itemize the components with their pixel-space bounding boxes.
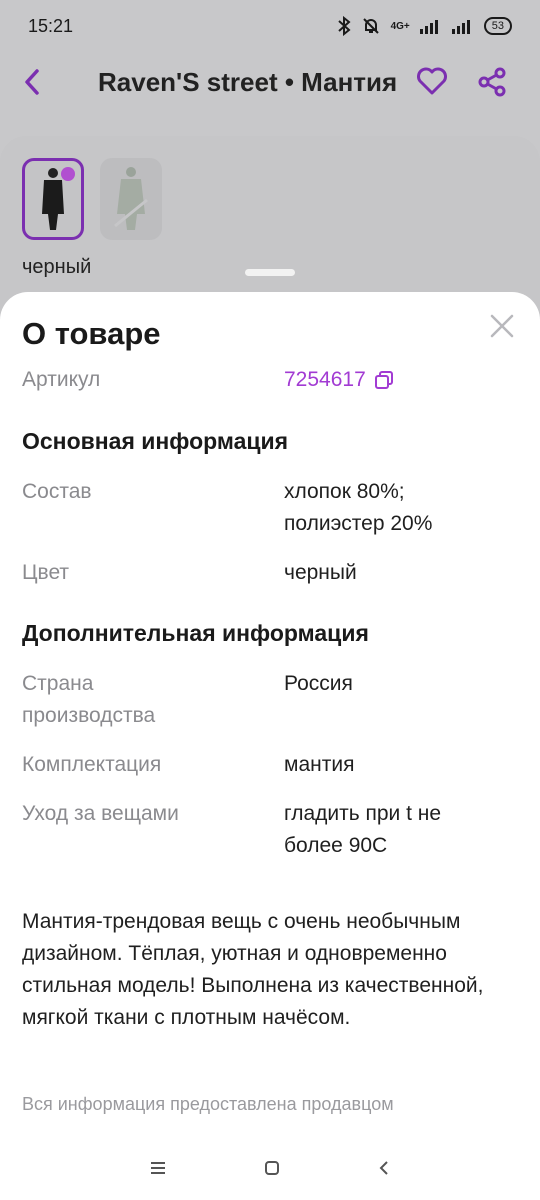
status-icons: 4G+ 53 bbox=[337, 16, 512, 36]
country-value: Россия bbox=[284, 672, 353, 695]
system-nav-bar bbox=[0, 1148, 540, 1188]
back-button[interactable] bbox=[22, 57, 72, 107]
composition-value: хлопок 80%; полиэстер 20% bbox=[284, 476, 518, 540]
set-label: Комплектация bbox=[22, 753, 162, 776]
close-icon[interactable] bbox=[488, 312, 516, 340]
color-row-label: Цвет bbox=[22, 561, 70, 584]
signal-icon-2 bbox=[451, 20, 470, 34]
product-image-grey bbox=[114, 167, 148, 230]
composition-value-line-2: полиэстер 20% bbox=[284, 512, 433, 535]
color-row-value: черный bbox=[284, 561, 357, 584]
back-nav-icon[interactable] bbox=[377, 1159, 391, 1177]
country-row: Страна производства Россия bbox=[22, 668, 518, 732]
country-label: Страна производства bbox=[22, 668, 284, 732]
bluetooth-icon bbox=[337, 16, 351, 36]
set-row: Комплектация мантия bbox=[22, 749, 518, 781]
product-info-sheet: О товаре Артикул 7254617 Основная информ… bbox=[0, 292, 540, 1200]
composition-label: Состав bbox=[22, 480, 92, 503]
care-value: гладить при t не более 90С bbox=[284, 798, 518, 862]
network-type: 4G+ bbox=[390, 20, 410, 32]
article-value[interactable]: 7254617 bbox=[284, 364, 518, 396]
care-value-line-2: более 90С bbox=[284, 834, 388, 857]
app-bar: Raven'S street • Мантия bbox=[0, 52, 540, 112]
back-arrow-icon bbox=[25, 69, 39, 95]
status-time: 15:21 bbox=[28, 15, 74, 36]
copy-icon[interactable] bbox=[374, 370, 394, 390]
thumbnail-black[interactable] bbox=[22, 158, 84, 240]
care-value-line-1: гладить при t не bbox=[284, 802, 442, 825]
article-number: 7254617 bbox=[284, 368, 366, 391]
sheet-title: О товаре bbox=[22, 316, 161, 351]
set-value: мантия bbox=[284, 753, 355, 776]
color-thumbnails bbox=[22, 158, 162, 240]
color-row: Цвет черный bbox=[22, 557, 518, 589]
seller-footnote: Вся информация предоставлена продавцом bbox=[22, 1094, 394, 1114]
heart-icon[interactable] bbox=[416, 67, 448, 95]
country-label-line-1: Страна bbox=[22, 672, 94, 695]
color-label: черный bbox=[22, 256, 92, 278]
share-icon[interactable] bbox=[478, 67, 506, 97]
main-info-heading: Основная информация bbox=[22, 428, 289, 454]
recents-icon[interactable] bbox=[149, 1160, 167, 1176]
composition-value-line-1: хлопок 80%; bbox=[284, 480, 405, 503]
sheet-handle[interactable] bbox=[245, 269, 295, 276]
article-label: Артикул bbox=[22, 368, 101, 391]
care-label: Уход за вещами bbox=[22, 802, 179, 825]
composition-row: Состав хлопок 80%; полиэстер 20% bbox=[22, 476, 518, 540]
signal-icon bbox=[419, 20, 438, 34]
page-title: Raven'S street • Мантия bbox=[98, 66, 398, 97]
product-description: Мантия-трендовая вещь с очень необычным … bbox=[22, 910, 484, 1029]
article-row: Артикул 7254617 bbox=[22, 364, 518, 396]
bell-muted-icon bbox=[362, 18, 379, 34]
country-label-line-2: производства bbox=[22, 704, 156, 727]
extra-info-heading: Дополнительная информация bbox=[22, 620, 369, 646]
selected-badge bbox=[61, 167, 75, 181]
status-bar: 15:21 4G+ 53 bbox=[0, 0, 540, 52]
battery-indicator: 53 bbox=[483, 17, 512, 35]
home-icon[interactable] bbox=[263, 1159, 281, 1177]
care-row: Уход за вещами гладить при t не более 90… bbox=[22, 798, 518, 862]
thumbnail-grey[interactable] bbox=[100, 158, 162, 240]
